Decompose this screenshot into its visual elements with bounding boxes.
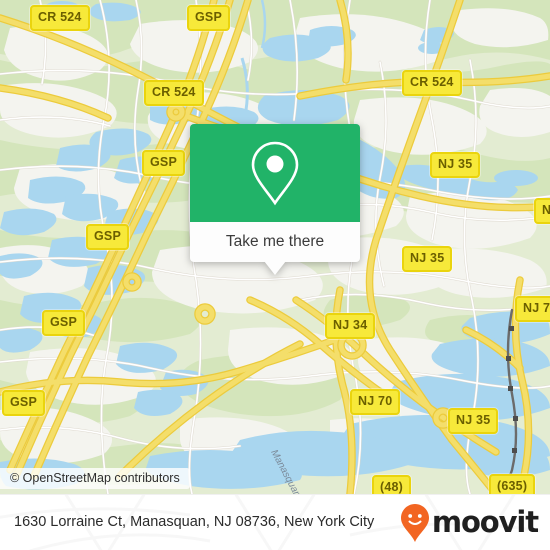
shield-cr-524-ne[interactable]: CR 524 (402, 70, 462, 96)
moovit-smiley-pin-icon (400, 503, 429, 542)
shield-gsp-upper[interactable]: GSP (142, 150, 185, 176)
shield-gsp-sw[interactable]: GSP (2, 390, 45, 416)
location-pin-icon (251, 141, 299, 206)
shield-nj-34[interactable]: NJ 34 (325, 313, 376, 339)
moovit-logo[interactable]: moovit (400, 503, 539, 543)
map-attribution[interactable]: © OpenStreetMap contributors (0, 468, 190, 489)
shield-cr-524-nw[interactable]: CR 524 (30, 5, 90, 31)
location-callout-card[interactable]: Take me there (190, 124, 360, 275)
footer-content: 1630 Lorraine Ct, Manasquan, NJ 08736, N… (0, 495, 550, 550)
callout-pin-panel (190, 124, 360, 222)
shield-nj-35-n[interactable]: NJ 35 (430, 152, 481, 178)
shield-635[interactable]: (635) (489, 474, 536, 494)
shield-gsp-north[interactable]: GSP (187, 5, 230, 31)
shield-nj-71[interactable]: NJ 71 (515, 296, 550, 322)
shield-gsp-mid[interactable]: GSP (86, 224, 129, 250)
moovit-wordmark: moovit (431, 505, 539, 539)
shield-nj-70[interactable]: NJ 70 (350, 389, 401, 415)
map-canvas[interactable]: .green { fill:#d4e5bb; } .built { fill:#… (0, 0, 550, 494)
shield-nj-35-s[interactable]: NJ 35 (448, 408, 499, 434)
moovit-map-screenshot: .green { fill:#d4e5bb; } .built { fill:#… (0, 0, 550, 550)
address-label: 1630 Lorraine Ct, Manasquan, NJ 08736, N… (14, 513, 375, 530)
take-me-there-label: Take me there (225, 233, 325, 250)
shield-cr-524-w[interactable]: CR 524 (144, 80, 204, 106)
shield-48[interactable]: (48) (372, 475, 412, 494)
callout-tail (264, 261, 286, 275)
shield-nj-35-mid[interactable]: NJ 35 (402, 246, 453, 272)
footer-bar: 1630 Lorraine Ct, Manasquan, NJ 08736, N… (0, 494, 550, 550)
shield-nj-edge-clip[interactable]: NJ (534, 198, 550, 224)
take-me-there-button[interactable]: Take me there (190, 222, 360, 262)
shield-gsp-lower[interactable]: GSP (42, 310, 85, 336)
